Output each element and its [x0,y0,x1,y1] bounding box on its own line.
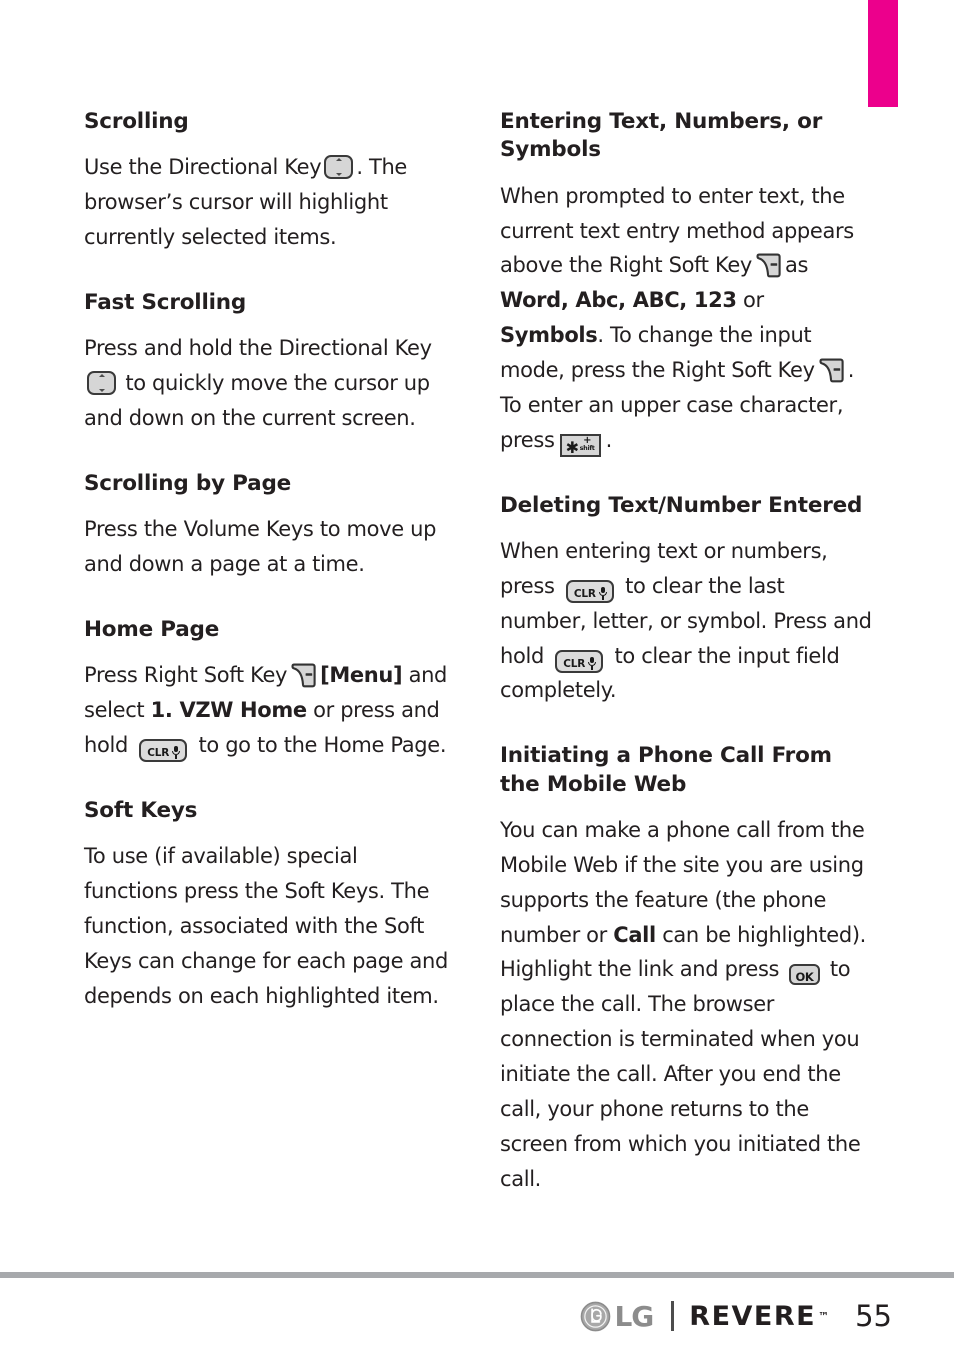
paragraph-deleting-text: When entering text or numbers, press CLR… [500,534,872,708]
directional-key-icon [87,371,116,396]
paragraph-text-part: as [784,253,809,278]
footer-brand-separator [671,1301,675,1331]
section-heading-initiating-phone-call: Initiating a Phone Call From the Mobile … [500,743,832,797]
paragraph-text-part: to quickly move the cursor up and down o… [84,371,430,431]
paragraph-text-emphasis: 1. VZW Home [150,698,307,723]
accent-corner-tab [868,0,898,107]
lg-logo-icon [580,1301,611,1332]
trademark-symbol: ™ [818,1309,830,1323]
plus-glyph: + [583,434,592,446]
paragraph-text-part: Press Right Soft Key [84,663,288,688]
shift-key-icon: ✱ + shift [559,433,601,457]
footer-divider-rule [0,1272,954,1278]
product-name-text: REVERE [689,1300,817,1332]
section-heading-scrolling: Scrolling [84,109,189,134]
paragraph-text-part: to clear the input field completely. [500,643,840,703]
microphone-icon [598,586,607,600]
section-heading-entering-text: Entering Text, Numbers, or Symbols [500,109,823,163]
paragraph-text-part: to place the call. The browser connectio… [500,957,861,1191]
clr-key-label: CLR [573,587,596,600]
paragraph-text-part: or [743,288,764,313]
paragraph-text-emphasis: Word, Abc, ABC, 123 [500,288,737,313]
right-soft-key-icon [818,358,845,383]
section-heading-soft-keys: Soft Keys [84,797,198,823]
ok-key-label: OK [795,970,814,985]
paragraph-text-emphasis: Symbols [500,323,598,348]
right-column: Entering Text, Numbers, or Symbols When … [500,108,872,1248]
asterisk-glyph: ✱ [565,437,579,457]
microphone-icon [172,746,181,760]
paragraph-initiating-phone-call: You can make a phone call from the Mobil… [500,813,872,1196]
clr-key-label: CLR [147,747,170,760]
section-heading-deleting-text: Deleting Text/Number Entered [500,492,863,518]
paragraph-scrolling-by-page: Press the Volume Keys to move up and dow… [84,517,437,577]
paragraph-text-emphasis: [Menu] [320,663,403,688]
paragraph-text-emphasis: Call [613,922,656,947]
right-soft-key-icon [755,253,782,278]
shift-key-label: shift [579,443,595,452]
ok-key-icon: OK [789,964,820,986]
paragraph-text-part: Use the Directional Key [84,155,322,180]
clr-key-label: CLR [563,657,586,670]
section-heading-scrolling-by-page: Scrolling by Page [84,470,292,496]
paragraph-scrolling: Use the Directional Key. The browser’s c… [84,150,456,255]
page-footer: LG REVERE ™ 55 [0,1286,954,1346]
paragraph-text-part: . [605,427,613,452]
paragraph-entering-text: When prompted to enter text, the current… [500,179,872,458]
section-heading-home-page: Home Page [84,617,220,642]
paragraph-text-part: Press and hold the Directional Key [84,336,432,361]
right-soft-key-icon [290,663,317,688]
paragraph-home-page: Press Right Soft Key [Menu] and select 1.… [84,658,456,763]
directional-key-icon [324,155,354,180]
page-number: 55 [855,1299,892,1333]
section-heading-fast-scrolling: Fast Scrolling [84,289,247,315]
left-column: Scrolling Use the Directional Key. The b… [84,108,456,1248]
clr-key-icon: CLR [139,739,188,763]
clr-key-icon: CLR [555,649,604,673]
page-content: Scrolling Use the Directional Key. The b… [0,108,954,1248]
paragraph-soft-keys: To use (if available) special functions … [84,844,448,1008]
microphone-icon [588,656,597,670]
paragraph-text-part: to go to the Home Page. [198,733,447,758]
lg-brand-text: LG [614,1299,654,1333]
clr-key-icon: CLR [565,579,614,603]
paragraph-fast-scrolling: Press and hold the Directional Key to qu… [84,331,456,436]
